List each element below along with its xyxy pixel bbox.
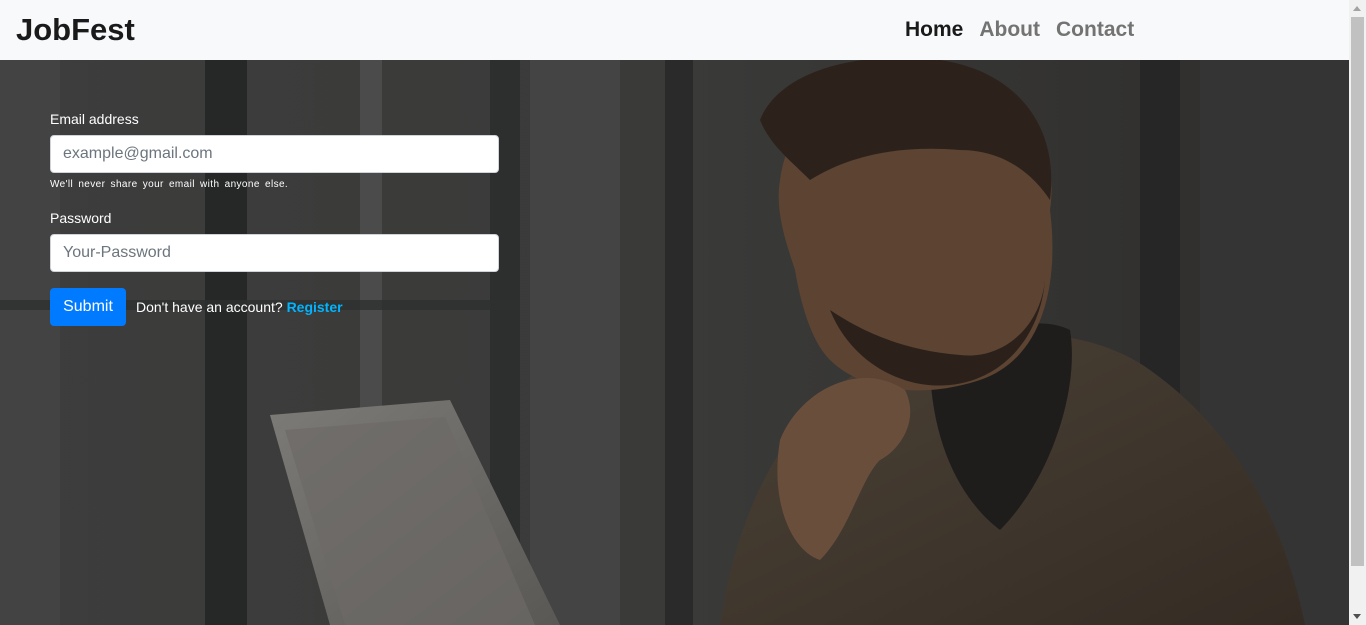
submit-button[interactable]: Submit [50, 288, 126, 326]
login-form: Email address We'll never share your ema… [50, 110, 499, 326]
email-help-text: We'll never share your email with anyone… [50, 179, 289, 190]
scroll-up-arrow-icon[interactable] [1353, 6, 1361, 11]
password-input[interactable] [50, 234, 499, 272]
nav-links: Home About Contact [905, 17, 1134, 43]
register-prompt-text: Don't have an account? [136, 299, 283, 315]
scroll-down-arrow-icon[interactable] [1353, 614, 1361, 619]
nav-link-about[interactable]: About [979, 17, 1040, 43]
nav-link-contact[interactable]: Contact [1056, 17, 1134, 43]
form-actions: Submit Don't have an account? Register [50, 288, 499, 326]
password-label: Password [50, 210, 112, 226]
brand-logo[interactable]: JobFest [16, 12, 135, 48]
nav-link-home[interactable]: Home [905, 17, 963, 43]
email-label: Email address [50, 111, 139, 127]
vertical-scrollbar[interactable] [1349, 0, 1366, 625]
register-link[interactable]: Register [287, 299, 343, 315]
email-input[interactable] [50, 135, 499, 173]
navbar: JobFest Home About Contact [0, 0, 1349, 60]
register-prompt: Don't have an account? Register [136, 299, 343, 315]
scrollbar-thumb[interactable] [1351, 17, 1364, 566]
